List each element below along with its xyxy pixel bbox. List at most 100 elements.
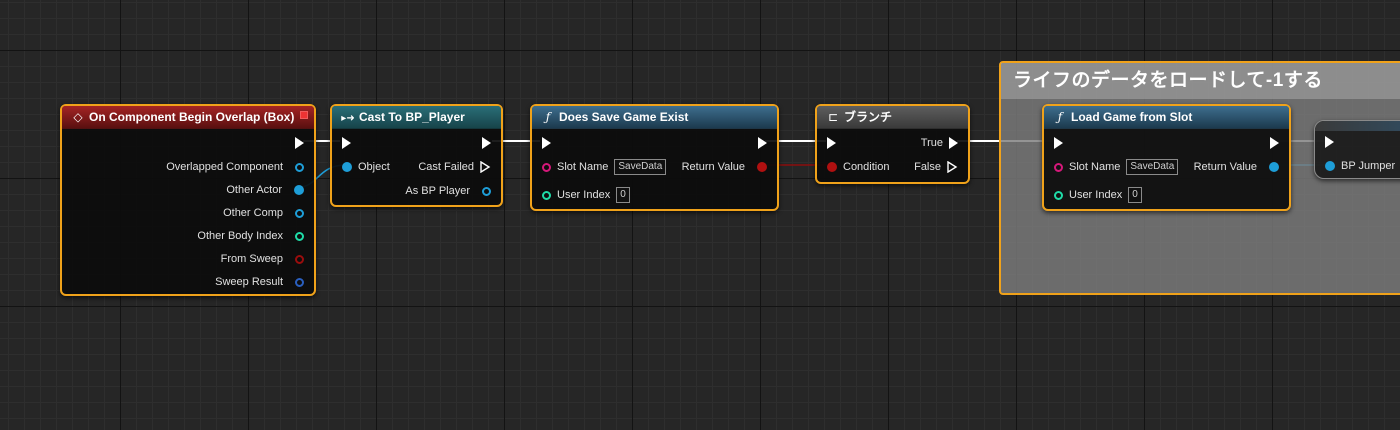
exec-input-row[interactable] <box>1325 134 1334 150</box>
partial-node-header[interactable] <box>1315 121 1400 131</box>
exec-input-pin[interactable] <box>1325 136 1334 148</box>
pin-row-as-bp-player[interactable]: As BP Player <box>405 183 491 199</box>
bool-pin[interactable] <box>295 254 304 264</box>
load-game-from-slot-node[interactable]: ƒ Load Game from Slot Slot Name SaveData … <box>1042 104 1291 211</box>
string-pin[interactable] <box>542 162 551 172</box>
object-pin[interactable] <box>294 185 304 195</box>
object-pin[interactable] <box>342 162 352 172</box>
exec-input-pin[interactable] <box>342 137 351 149</box>
pin-label: Slot Name <box>557 161 609 173</box>
pin-label: Slot Name <box>1069 161 1121 173</box>
load-node-title: Load Game from Slot <box>1071 110 1193 124</box>
exec-input-pin[interactable] <box>542 137 551 149</box>
cast-node[interactable]: ▸➜ Cast To BP_Player Object Cast Failed A… <box>330 104 503 207</box>
pin-row-cast-failed[interactable]: Cast Failed <box>418 159 491 175</box>
pin-row-false[interactable]: False <box>914 159 958 175</box>
pin-row-slot-name[interactable]: Slot Name SaveData <box>542 159 667 175</box>
object-pin[interactable] <box>1325 161 1335 171</box>
pin-label: User Index <box>1069 189 1123 201</box>
pin-label: Other Body Index <box>197 230 283 242</box>
exec-output-pin[interactable] <box>1270 137 1279 149</box>
event-node-header[interactable]: ◇ On Component Begin Overlap (Box) <box>62 106 314 129</box>
pin-label: False <box>914 161 941 173</box>
pin-row-true[interactable]: True <box>921 135 958 151</box>
pin-label: Return Value <box>1193 161 1257 173</box>
pin-row-other-comp[interactable]: Other Comp <box>223 205 304 221</box>
pin-label: Object <box>358 161 390 173</box>
partial-node[interactable]: BP Jumper <box>1314 120 1400 179</box>
int-pin[interactable] <box>1054 190 1063 200</box>
pin-row-return-value[interactable]: Return Value <box>1194 159 1279 175</box>
pin-row-other-actor[interactable]: Other Actor <box>226 182 304 198</box>
slot-name-input[interactable]: SaveData <box>614 159 667 175</box>
delegate-square-icon[interactable] <box>300 111 308 119</box>
object-pin[interactable] <box>295 208 304 218</box>
bool-pin[interactable] <box>827 162 837 172</box>
exec-output-row[interactable] <box>758 135 767 151</box>
branch-node-title: ブランチ <box>844 110 893 124</box>
pin-row-condition[interactable]: Condition <box>827 159 895 175</box>
bool-pin[interactable] <box>757 162 767 172</box>
pin-label: Other Comp <box>223 207 283 219</box>
comment-title[interactable]: ライフのデータをロードして-1する <box>1001 63 1400 99</box>
cast-node-title: Cast To BP_Player <box>359 110 465 124</box>
pin-label: Condition <box>843 161 890 173</box>
exec-input-row[interactable] <box>542 135 551 151</box>
does-save-game-exist-node[interactable]: ƒ Does Save Game Exist Slot Name SaveData… <box>530 104 779 211</box>
pin-row-overlapped-component[interactable]: Overlapped Component <box>166 159 304 175</box>
int-pin[interactable] <box>295 231 304 241</box>
object-pin[interactable] <box>295 162 304 172</box>
pin-row-user-index[interactable]: User Index 0 <box>1054 187 1142 203</box>
exec-outline-pin[interactable] <box>480 161 491 173</box>
pin-row-slot-name[interactable]: Slot Name SaveData <box>1054 159 1179 175</box>
int-pin[interactable] <box>542 190 551 200</box>
event-diamond-icon: ◇ <box>73 110 83 124</box>
object-pin[interactable] <box>482 186 491 196</box>
pin-row-user-index[interactable]: User Index 0 <box>542 187 630 203</box>
event-node[interactable]: ◇ On Component Begin Overlap (Box) Overla… <box>60 104 316 296</box>
exec-input-row[interactable] <box>1054 135 1063 151</box>
exec-output-row[interactable] <box>482 135 491 151</box>
pin-label: Cast Failed <box>418 161 474 173</box>
load-node-header[interactable]: ƒ Load Game from Slot <box>1044 106 1289 129</box>
exec-output-row[interactable] <box>295 135 304 151</box>
pin-row-bp-jumper[interactable]: BP Jumper <box>1325 158 1400 174</box>
pin-row-return-value[interactable]: Return Value <box>682 159 767 175</box>
pin-label: Sweep Result <box>215 276 283 288</box>
branch-node-header[interactable]: ⊏ ブランチ <box>817 106 968 129</box>
pin-label: True <box>920 137 943 149</box>
pin-label: As BP Player <box>405 185 470 197</box>
exec-input-row[interactable] <box>827 135 836 151</box>
pin-label: Overlapped Component <box>166 161 283 173</box>
branch-node[interactable]: ⊏ ブランチ True Condition False <box>815 104 970 184</box>
pin-row-other-body-index[interactable]: Other Body Index <box>197 228 304 244</box>
slot-name-input[interactable]: SaveData <box>1126 159 1179 175</box>
user-index-input[interactable]: 0 <box>616 187 630 203</box>
cast-node-header[interactable]: ▸➜ Cast To BP_Player <box>332 106 501 129</box>
exec-output-pin[interactable] <box>758 137 767 149</box>
exec-output-pin[interactable] <box>295 137 304 149</box>
does-save-node-header[interactable]: ƒ Does Save Game Exist <box>532 106 777 129</box>
event-node-title: On Component Begin Overlap (Box) <box>89 110 295 124</box>
user-index-input[interactable]: 0 <box>1128 187 1142 203</box>
exec-input-row[interactable] <box>342 135 351 151</box>
pin-row-object[interactable]: Object <box>342 159 396 175</box>
exec-outline-pin[interactable] <box>947 161 958 173</box>
pin-label: Other Actor <box>226 184 282 196</box>
exec-output-pin[interactable] <box>482 137 491 149</box>
cast-arrow-icon: ▸➜ <box>341 113 355 124</box>
does-save-node-title: Does Save Game Exist <box>559 110 689 124</box>
exec-output-pin[interactable] <box>949 137 958 149</box>
struct-pin[interactable] <box>295 277 304 287</box>
pin-label: User Index <box>557 189 611 201</box>
exec-input-pin[interactable] <box>1054 137 1063 149</box>
pin-label: From Sweep <box>220 253 283 265</box>
string-pin[interactable] <box>1054 162 1063 172</box>
pin-row-sweep-result[interactable]: Sweep Result <box>215 274 304 290</box>
pin-label: Return Value <box>681 161 745 173</box>
exec-input-pin[interactable] <box>827 137 836 149</box>
pin-row-from-sweep[interactable]: From Sweep <box>221 251 304 267</box>
object-pin[interactable] <box>1269 162 1279 172</box>
function-icon: ƒ <box>545 110 551 124</box>
exec-output-row[interactable] <box>1270 135 1279 151</box>
